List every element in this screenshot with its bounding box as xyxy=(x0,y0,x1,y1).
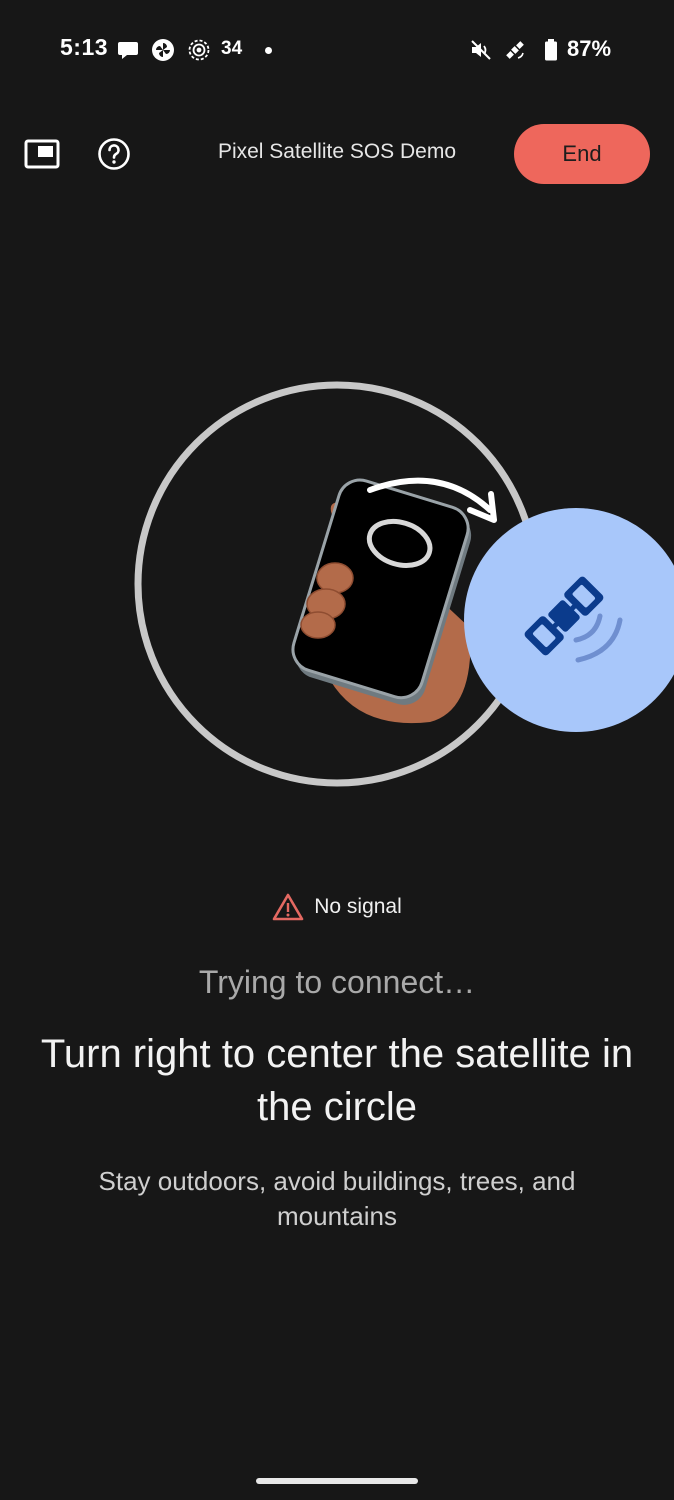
notification-count: 34 xyxy=(221,38,243,59)
chat-icon xyxy=(118,42,138,59)
dot-icon xyxy=(265,47,272,54)
satellite-alignment-illustration xyxy=(134,381,674,787)
battery-icon xyxy=(545,39,557,61)
mute-icon xyxy=(471,40,491,60)
connecting-status: Trying to connect… xyxy=(198,964,476,1000)
signal-status: No signal xyxy=(0,893,674,921)
home-indicator[interactable] xyxy=(256,1478,418,1484)
instruction-heading: Turn right to center the satellite in th… xyxy=(40,1032,634,1129)
hotspot-icon xyxy=(188,39,210,61)
help-button[interactable] xyxy=(90,130,138,178)
picture-in-picture-icon xyxy=(24,139,60,169)
help-icon xyxy=(98,138,130,170)
satellite-icon xyxy=(506,41,524,59)
warning-triangle-icon xyxy=(272,893,304,921)
status-bar: 5:13 34 87% xyxy=(0,0,674,100)
signal-label: No signal xyxy=(314,895,402,918)
pinwheel-icon xyxy=(152,39,174,61)
battery-percent: 87% xyxy=(567,36,612,61)
status-time: 5:13 xyxy=(60,34,109,60)
hint-text: Stay outdoors, avoid buildings, trees, a… xyxy=(98,1166,576,1231)
end-button[interactable]: End xyxy=(514,124,650,184)
picture-in-picture-button[interactable] xyxy=(18,130,66,178)
app-title: Pixel Satellite SOS Demo xyxy=(217,140,457,163)
hand-holding-phone xyxy=(291,478,472,724)
